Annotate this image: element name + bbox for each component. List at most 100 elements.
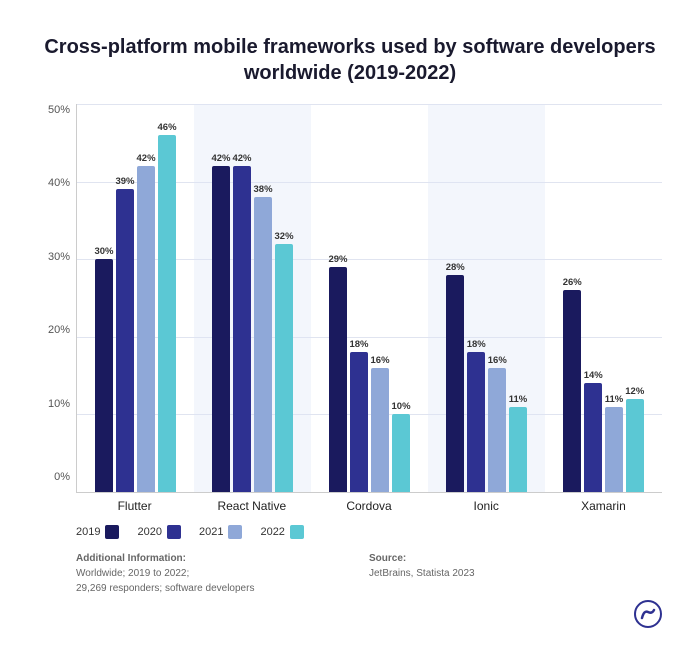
x-axis-label: React Native — [193, 499, 310, 513]
bar-group: 42%42% 38% 32% — [194, 104, 311, 492]
bar-group: 26% 14% 11%12% — [545, 104, 662, 492]
legend-item: 2019 — [76, 525, 119, 539]
bar-wrapper: 32% — [275, 104, 294, 492]
bar — [254, 197, 272, 492]
bar — [275, 244, 293, 492]
bar-wrapper: 26% — [563, 104, 582, 492]
bar-value-label: 42% — [137, 153, 156, 164]
legend-swatch — [105, 525, 119, 539]
bar-wrapper: 39% — [115, 104, 134, 492]
legend-swatch — [228, 525, 242, 539]
bar-wrapper: 16% — [488, 104, 507, 492]
bar — [137, 166, 155, 492]
bar-wrapper: 12% — [625, 104, 644, 492]
bar — [95, 259, 113, 492]
legend-label: 2019 — [76, 526, 100, 538]
x-axis-label: Cordova — [310, 499, 427, 513]
bar-group: 30% 39% 42% 46% — [77, 104, 194, 492]
bar — [116, 189, 134, 492]
bar-group: 28%18%16% 11% — [428, 104, 545, 492]
y-axis-label: 50% — [48, 104, 70, 116]
y-axis-label: 40% — [48, 177, 70, 189]
bar-value-label: 11% — [605, 394, 624, 405]
bar-wrapper: 18% — [467, 104, 486, 492]
bar-wrapper: 29% — [328, 104, 347, 492]
bar-wrapper: 46% — [158, 104, 177, 492]
bar — [233, 166, 251, 492]
bar-group: 29% 18%16% 10% — [311, 104, 428, 492]
legend-swatch — [167, 525, 181, 539]
footer-right: Source:JetBrains, Statista 2023 — [369, 551, 662, 596]
bar-value-label: 42% — [211, 153, 230, 164]
chart-body: 30%39%42%46%42%42%38%32%29%18%16%10%28%1… — [76, 104, 662, 513]
bar-wrapper: 16% — [371, 104, 390, 492]
y-axis-label: 30% — [48, 251, 70, 263]
bar-value-label: 42% — [232, 153, 251, 164]
bar — [509, 407, 527, 492]
legend-item: 2021 — [199, 525, 242, 539]
bar-wrapper: 38% — [254, 104, 273, 492]
legend-label: 2022 — [260, 526, 284, 538]
chart-title: Cross-platform mobile frameworks used by… — [38, 34, 662, 86]
bar-wrapper: 42% — [232, 104, 251, 492]
bar-wrapper: 18% — [349, 104, 368, 492]
bar-value-label: 38% — [254, 184, 273, 195]
bar-value-label: 16% — [371, 355, 390, 366]
bar-value-label: 32% — [275, 231, 294, 242]
bar — [371, 368, 389, 492]
bar-wrapper: 10% — [392, 104, 411, 492]
bar-wrapper: 14% — [584, 104, 603, 492]
footer: Additional Information:Worldwide; 2019 t… — [38, 551, 662, 596]
bar-value-label: 26% — [563, 277, 582, 288]
bar — [584, 383, 602, 492]
bar-wrapper: 28% — [446, 104, 465, 492]
bar — [446, 275, 464, 492]
x-labels: FlutterReact NativeCordovaIonicXamarin — [76, 499, 662, 513]
bar-wrapper: 42% — [211, 104, 230, 492]
chart-area: 50%40%30%20%10%0% 30%39%42%46%42%42%38%3… — [38, 104, 662, 513]
bar-wrapper: 42% — [137, 104, 156, 492]
chart-card: Cross-platform mobile frameworks used by… — [10, 10, 690, 644]
legend-label: 2020 — [137, 526, 161, 538]
bar — [392, 414, 410, 492]
y-axis: 50% 40% 30% 20% 10% 0% — [38, 104, 76, 513]
x-axis-label: Ionic — [428, 499, 545, 513]
bar-value-label: 18% — [349, 339, 368, 350]
bars-container: 30%39%42%46%42%42%38%32%29%18%16%10%28%1… — [76, 104, 662, 493]
bar — [563, 290, 581, 492]
x-axis-label: Flutter — [76, 499, 193, 513]
logo — [38, 600, 662, 628]
bar-wrapper: 11% — [605, 104, 624, 492]
footer-left: Additional Information:Worldwide; 2019 t… — [76, 551, 369, 596]
legend-item: 2020 — [137, 525, 180, 539]
bar-wrapper: 11% — [509, 104, 528, 492]
y-axis-label: 10% — [48, 398, 70, 410]
bar-value-label: 16% — [488, 355, 507, 366]
statista-logo-icon — [634, 600, 662, 628]
groups: 30%39%42%46%42%42%38%32%29%18%16%10%28%1… — [77, 104, 662, 492]
bar-value-label: 39% — [115, 176, 134, 187]
bar — [350, 352, 368, 492]
bar-value-label: 14% — [584, 370, 603, 381]
bar — [626, 399, 644, 492]
bar-value-label: 10% — [392, 401, 411, 412]
y-axis-label: 0% — [54, 471, 70, 483]
bar-value-label: 18% — [467, 339, 486, 350]
bar-value-label: 30% — [94, 246, 113, 257]
legend-swatch — [290, 525, 304, 539]
bar-value-label: 12% — [625, 386, 644, 397]
bar — [467, 352, 485, 492]
legend: 2019 2020 2021 2022 — [38, 525, 662, 539]
legend-label: 2021 — [199, 526, 223, 538]
bar — [605, 407, 623, 492]
legend-item: 2022 — [260, 525, 303, 539]
y-axis-label: 20% — [48, 324, 70, 336]
bar-wrapper: 30% — [94, 104, 113, 492]
bar — [212, 166, 230, 492]
x-axis-label: Xamarin — [545, 499, 662, 513]
bar-value-label: 46% — [158, 122, 177, 133]
bar-value-label: 11% — [509, 394, 528, 405]
bar — [488, 368, 506, 492]
bar-value-label: 29% — [328, 254, 347, 265]
bar — [158, 135, 176, 492]
